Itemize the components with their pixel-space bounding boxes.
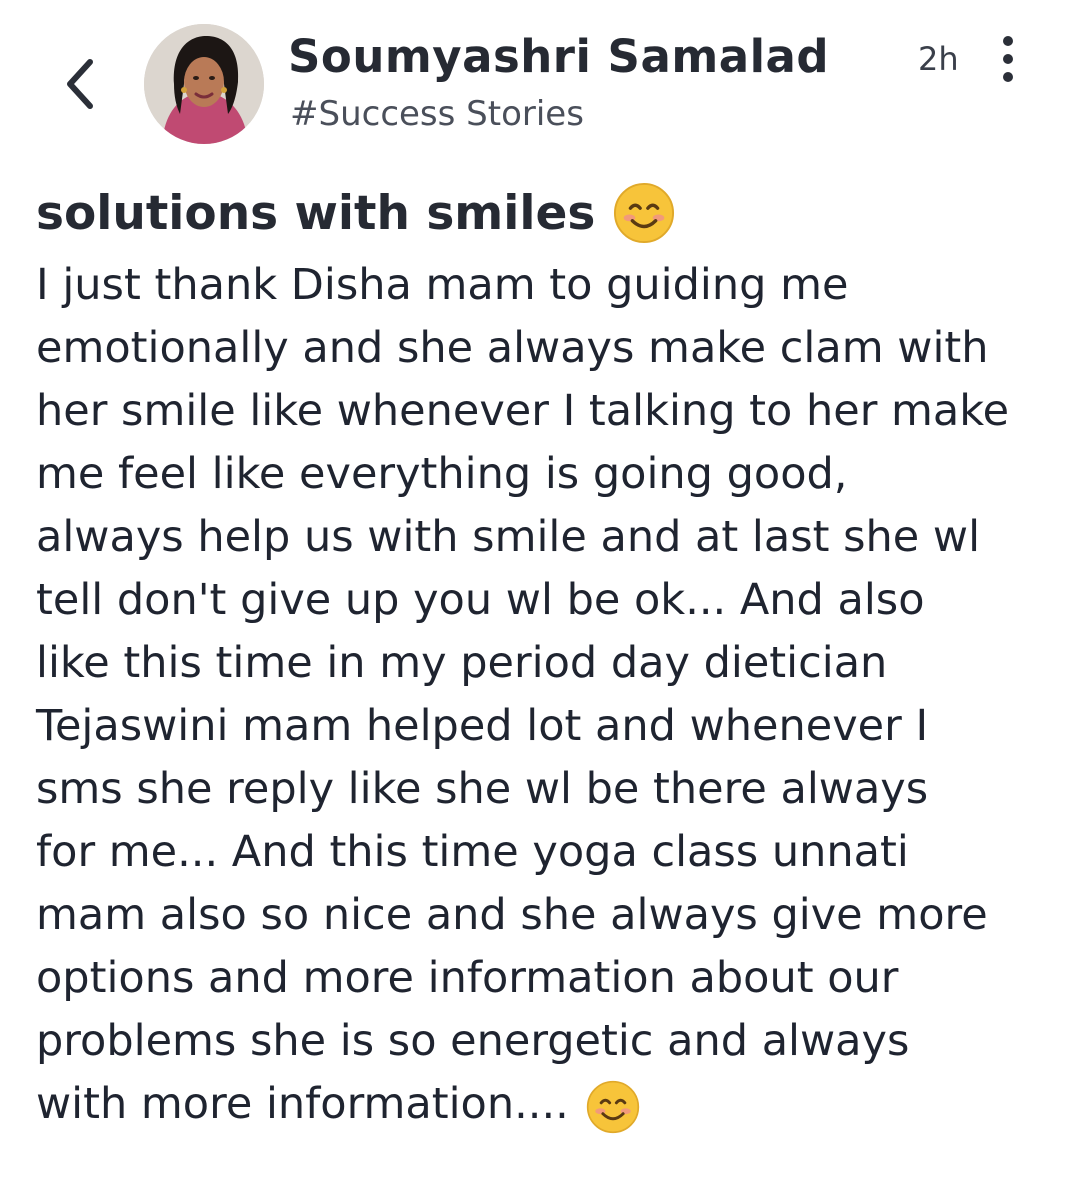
post-body-line: mam also so nice and she always give mor… <box>36 890 988 940</box>
more-vertical-icon <box>1003 36 1013 82</box>
post-title-row: solutions with smiles <box>36 182 675 244</box>
post-body-line: like this time in my period day dieticia… <box>36 638 888 688</box>
post-body-line: I just thank Disha mam to guiding me <box>36 260 849 310</box>
post-body-line: me feel like everything is going good, <box>36 449 848 499</box>
chevron-left-icon <box>67 59 93 109</box>
profile-photo <box>144 24 264 144</box>
post-body-line: for me... And this time yoga class unnat… <box>36 827 909 877</box>
post-body-line: with more information.... <box>36 1079 569 1129</box>
post-body-line: options and more information about our <box>36 953 899 1003</box>
smiling-face-emoji-icon <box>614 182 675 244</box>
author-name[interactable]: Soumyashri Samalad <box>288 30 829 83</box>
post-body: I just thank Disha mam to guiding me emo… <box>36 254 1056 1136</box>
post-body-line: emotionally and she always make clam wit… <box>36 323 989 373</box>
back-button[interactable] <box>52 52 108 116</box>
post-body-line: Tejaswini mam helped lot and whenever I <box>36 701 929 751</box>
avatar[interactable] <box>144 24 264 144</box>
category-tag[interactable]: #Success Stories <box>290 94 584 134</box>
more-options-button[interactable] <box>988 34 1028 84</box>
post-body-line: problems she is so energetic and always <box>36 1016 910 1066</box>
post-body-line: always help us with smile and at last sh… <box>36 512 981 562</box>
post-body-line: tell don't give up you wl be ok... And a… <box>36 575 925 625</box>
post-timestamp: 2h <box>918 40 959 78</box>
post-body-line: sms she reply like she wl be there alway… <box>36 764 929 814</box>
post-title: solutions with smiles <box>36 185 596 241</box>
smiling-face-emoji-icon <box>587 1080 640 1133</box>
post-body-last-line: with more information.... <box>36 1073 1056 1136</box>
post-body-line: her smile like whenever I talking to her… <box>36 386 1010 436</box>
